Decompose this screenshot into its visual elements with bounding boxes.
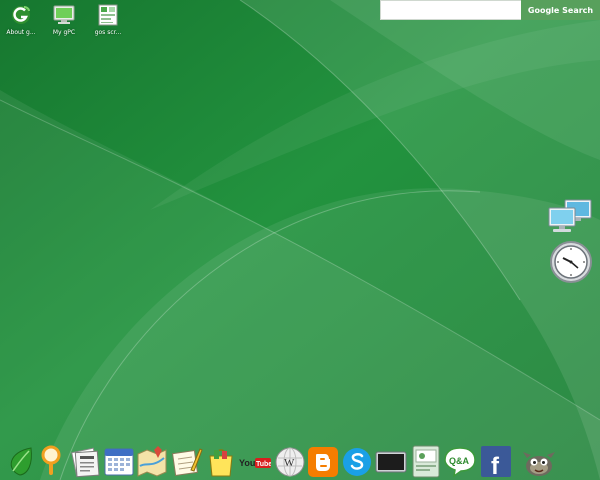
desktop-icon-label: gos scr... [94,29,122,36]
desktop-icon-my-gpc[interactable]: My gPC [44,4,84,36]
skype-icon [343,448,371,476]
monitor-icon [53,5,75,24]
dock-item-qa[interactable]: Q&A [444,444,476,478]
network-computers-icon [548,199,592,232]
svg-text:f: f [491,453,500,478]
dock-item-map[interactable] [136,444,168,478]
search-input[interactable] [380,0,521,20]
document-icon [412,445,440,478]
desktop: About g... My gPC gos scr... Google Sear… [0,0,600,480]
network-widget[interactable] [547,198,593,236]
wallpaper [0,0,600,480]
svg-text:You: You [239,458,255,468]
dock-item-screen[interactable] [375,444,407,478]
dock-item-news[interactable] [70,444,102,478]
search-magnifier-icon [41,445,61,475]
dock-item-youtube[interactable]: You Tube [239,444,271,478]
dock-item-skype[interactable] [341,444,373,478]
screen-icon [375,451,407,473]
qa-chat-icon: Q&A [444,447,476,478]
dock-item-notepad[interactable] [171,444,203,478]
calendar-icon [104,448,134,476]
dock-item-calendar[interactable] [103,444,135,478]
clock-widget[interactable] [549,240,593,284]
svg-text:W: W [284,457,295,469]
dock-item-shopping[interactable] [205,444,237,478]
clock-icon [550,241,592,283]
google-search-bar: Google Search [380,0,600,20]
green-g-icon [12,6,30,24]
shopping-bag-icon [209,449,233,477]
map-icon [137,446,167,477]
youtube-icon: You Tube [239,458,271,468]
notepad-icon [172,448,203,476]
dock-item-search[interactable] [36,444,68,478]
google-search-button[interactable]: Google Search [521,0,600,20]
gimp-icon [523,452,555,476]
dock-item-gimp[interactable] [523,444,555,478]
desktop-icon-label: About g... [6,29,36,36]
svg-text:Q&A: Q&A [449,456,470,466]
news-icon [71,447,100,478]
screenshot-icon [98,4,118,26]
svg-text:Tube: Tube [256,461,271,468]
desktop-icon-about[interactable]: About g... [1,4,41,36]
leaf-icon [10,447,32,476]
dock-item-blogger[interactable] [307,444,339,478]
application-dock: You Tube W Q&A f [0,442,600,480]
blogger-icon [308,447,338,477]
dock-item-wikipedia[interactable]: W [274,444,306,478]
facebook-icon: f [481,446,511,478]
wikipedia-icon: W [275,447,305,477]
dock-item-document[interactable] [410,444,442,478]
desktop-icon-label: My gPC [52,29,76,36]
desktop-icon-gos-screenshot[interactable]: gos scr... [88,4,128,36]
dock-item-facebook[interactable]: f [480,444,512,478]
dock-item-leaf[interactable] [4,444,36,478]
